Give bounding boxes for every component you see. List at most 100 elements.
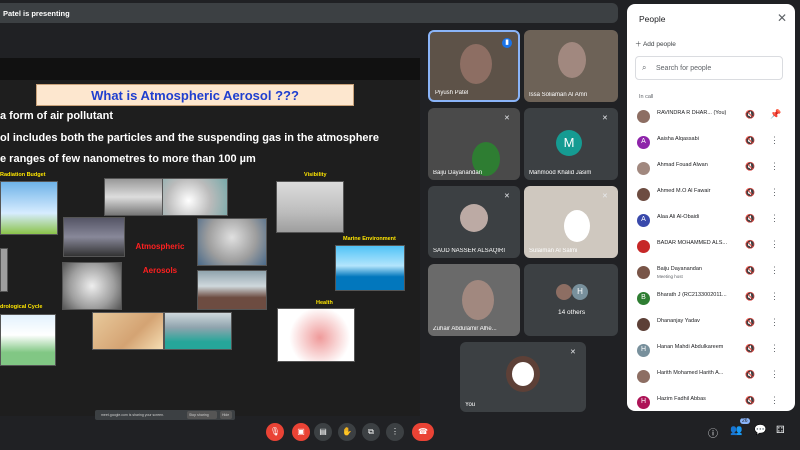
add-person-icon: ＋ xyxy=(635,41,642,48)
participant-video xyxy=(462,280,494,320)
tile-others[interactable]: H 14 others xyxy=(524,264,618,336)
tile-zuhair[interactable]: Zuhair Abdulamir Alhe... xyxy=(428,264,520,336)
info-icon[interactable]: ⓘ xyxy=(708,425,718,440)
person-row[interactable]: B Bharath J (RC2133002011... 🔇 ⋮ xyxy=(627,286,795,312)
ocean-image xyxy=(164,312,232,350)
avatar xyxy=(637,110,650,123)
person-row[interactable]: H Hazim Fadhil Abbas 🔇 ⋮ xyxy=(627,390,795,416)
mic-off-icon[interactable]: 🔇 xyxy=(745,110,755,119)
mic-off-icon: ✕ xyxy=(504,193,510,200)
more-icon[interactable]: ⋮ xyxy=(770,317,779,328)
avatar xyxy=(556,284,572,300)
person-row[interactable]: Ahmad Fouad Alwan 🔇 ⋮ xyxy=(627,156,795,182)
mic-off-icon[interactable]: 🔇 xyxy=(745,318,755,327)
label-marine: Marine Environment xyxy=(343,236,396,242)
slide-title: What is Atmospheric Aerosol ??? xyxy=(36,84,354,106)
person-row[interactable]: H Hanan Mahdi Abdulkareem 🔇 ⋮ xyxy=(627,338,795,364)
participant-count-badge: 26 xyxy=(740,418,750,424)
mic-off-icon[interactable]: 🔇 xyxy=(745,266,755,275)
smokestack-image xyxy=(104,178,166,216)
chat-icon[interactable]: 💬 xyxy=(754,425,766,436)
person-name: Ahmad Fouad Alwan xyxy=(657,162,708,168)
camera-toggle-button[interactable]: ▣ xyxy=(292,423,310,441)
smoke-image xyxy=(162,178,228,216)
person-row[interactable]: A Alaa Ali Al-Obaidi 🔇 ⋮ xyxy=(627,208,795,234)
avatar xyxy=(637,370,650,383)
tile-name: Mahmood Khalid Jasim xyxy=(529,170,592,176)
person-name: Aaisha Alqassabi xyxy=(657,136,699,142)
tile-mahmood[interactable]: M ✕ Mahmood Khalid Jasim xyxy=(524,108,618,180)
more-icon[interactable]: ⋮ xyxy=(770,239,779,250)
label-health: Health xyxy=(316,300,333,306)
avatar xyxy=(637,162,650,175)
more-icon[interactable]: ⋮ xyxy=(770,395,779,406)
tile-name: Issa Soliaman Al Amri xyxy=(529,92,588,98)
more-icon[interactable]: ⋮ xyxy=(770,187,779,198)
more-icon[interactable]: ⋮ xyxy=(770,213,779,224)
person-row[interactable]: Ahmed M.O Al Fawair 🔇 ⋮ xyxy=(627,182,795,208)
tile-sulaiman[interactable]: ✕ Sulaiman Al Salmi xyxy=(524,186,618,258)
slide-bullet: a form of air pollutant xyxy=(0,110,114,122)
tile-saud[interactable]: ✕ SAUD NASSER ALSAQIRI xyxy=(428,186,520,258)
person-row[interactable]: RAVINDRA R DHAR... (You) 🔇 📌 xyxy=(627,104,795,130)
avatar xyxy=(506,356,540,392)
fire-smoke-image xyxy=(62,262,122,310)
label-hydro: drological Cycle xyxy=(0,304,43,310)
mic-off-icon[interactable]: 🔇 xyxy=(745,162,755,171)
stop-sharing-button[interactable]: Stop sharing xyxy=(187,411,217,419)
activities-icon[interactable]: ⚃ xyxy=(776,425,785,436)
people-icon[interactable]: 👥 xyxy=(730,425,742,436)
mic-off-icon[interactable]: 🔇 xyxy=(745,240,755,249)
present-button[interactable]: ⧉ xyxy=(362,423,380,441)
avatar: A xyxy=(637,214,650,227)
more-icon[interactable]: ⋮ xyxy=(770,161,779,172)
avatar: H xyxy=(637,344,650,357)
person-row[interactable]: BADAR MOHAMMED ALS... 🔇 ⋮ xyxy=(627,234,795,260)
center-label-1: Atmospheric xyxy=(135,242,185,251)
search-placeholder: Search for people xyxy=(656,65,712,72)
mic-off-icon[interactable]: 🔇 xyxy=(745,136,755,145)
mic-off-icon[interactable]: 🔇 xyxy=(745,292,755,301)
tile-issa[interactable]: Issa Soliaman Al Amri xyxy=(524,30,618,102)
presenting-banner: Patel is presenting xyxy=(0,3,618,23)
hydro-image xyxy=(0,314,56,366)
person-row[interactable]: Harith Mohamed Harith A... 🔇 ⋮ xyxy=(627,364,795,390)
mic-off-icon[interactable]: 🔇 xyxy=(745,214,755,223)
avatar: A xyxy=(637,136,650,149)
leave-call-button[interactable]: ☎ xyxy=(412,423,434,441)
hide-button[interactable]: Hide xyxy=(220,411,232,419)
tile-piyush[interactable]: ▮ Piyush Patel xyxy=(428,30,520,102)
more-icon[interactable]: ⋮ xyxy=(770,135,779,146)
tile-name: Baiju Dayanandan xyxy=(433,170,483,176)
mic-toggle-button[interactable]: 🎙 xyxy=(266,423,284,441)
close-icon[interactable]: ✕ xyxy=(777,11,787,25)
tile-name: 14 others xyxy=(558,309,586,316)
person-name: Dhananjay Yadav xyxy=(657,318,700,324)
person-name-text: BADAR MOHAMMED ALS... xyxy=(657,240,727,246)
more-icon[interactable]: 📌 xyxy=(770,109,781,120)
more-icon[interactable]: ⋮ xyxy=(770,265,779,276)
mic-off-icon[interactable]: 🔇 xyxy=(745,370,755,379)
more-options-button[interactable]: ⋮ xyxy=(386,423,404,441)
more-icon[interactable]: ⋮ xyxy=(770,369,779,380)
person-row[interactable]: A Aaisha Alqassabi 🔇 ⋮ xyxy=(627,130,795,156)
mic-off-icon[interactable]: 🔇 xyxy=(745,188,755,197)
tile-baiju[interactable]: ✕ Baiju Dayanandan xyxy=(428,108,520,180)
raise-hand-button[interactable]: ✋ xyxy=(338,423,356,441)
mic-off-icon[interactable]: 🔇 xyxy=(745,344,755,353)
participant-video xyxy=(558,42,586,78)
avatar xyxy=(637,266,650,279)
person-row[interactable]: Dhananjay Yadav 🔇 ⋮ xyxy=(627,312,795,338)
tile-you[interactable]: ✕ You xyxy=(460,342,586,412)
person-name-text: Bharath J (RC2133002011... xyxy=(657,292,727,298)
add-people-button[interactable]: ＋ Add people xyxy=(635,38,676,48)
person-role: Meeting host xyxy=(657,274,683,279)
person-row[interactable]: Baiju Dayanandan Meeting host 🔇 ⋮ xyxy=(627,260,795,286)
search-input[interactable]: ⌕ Search for people xyxy=(635,56,783,80)
more-icon[interactable]: ⋮ xyxy=(770,343,779,354)
lungs-image xyxy=(277,308,355,362)
mic-off-icon[interactable]: 🔇 xyxy=(745,396,755,405)
more-icon[interactable]: ⋮ xyxy=(770,291,779,302)
avatar xyxy=(460,204,488,232)
captions-button[interactable]: ▤ xyxy=(314,423,332,441)
